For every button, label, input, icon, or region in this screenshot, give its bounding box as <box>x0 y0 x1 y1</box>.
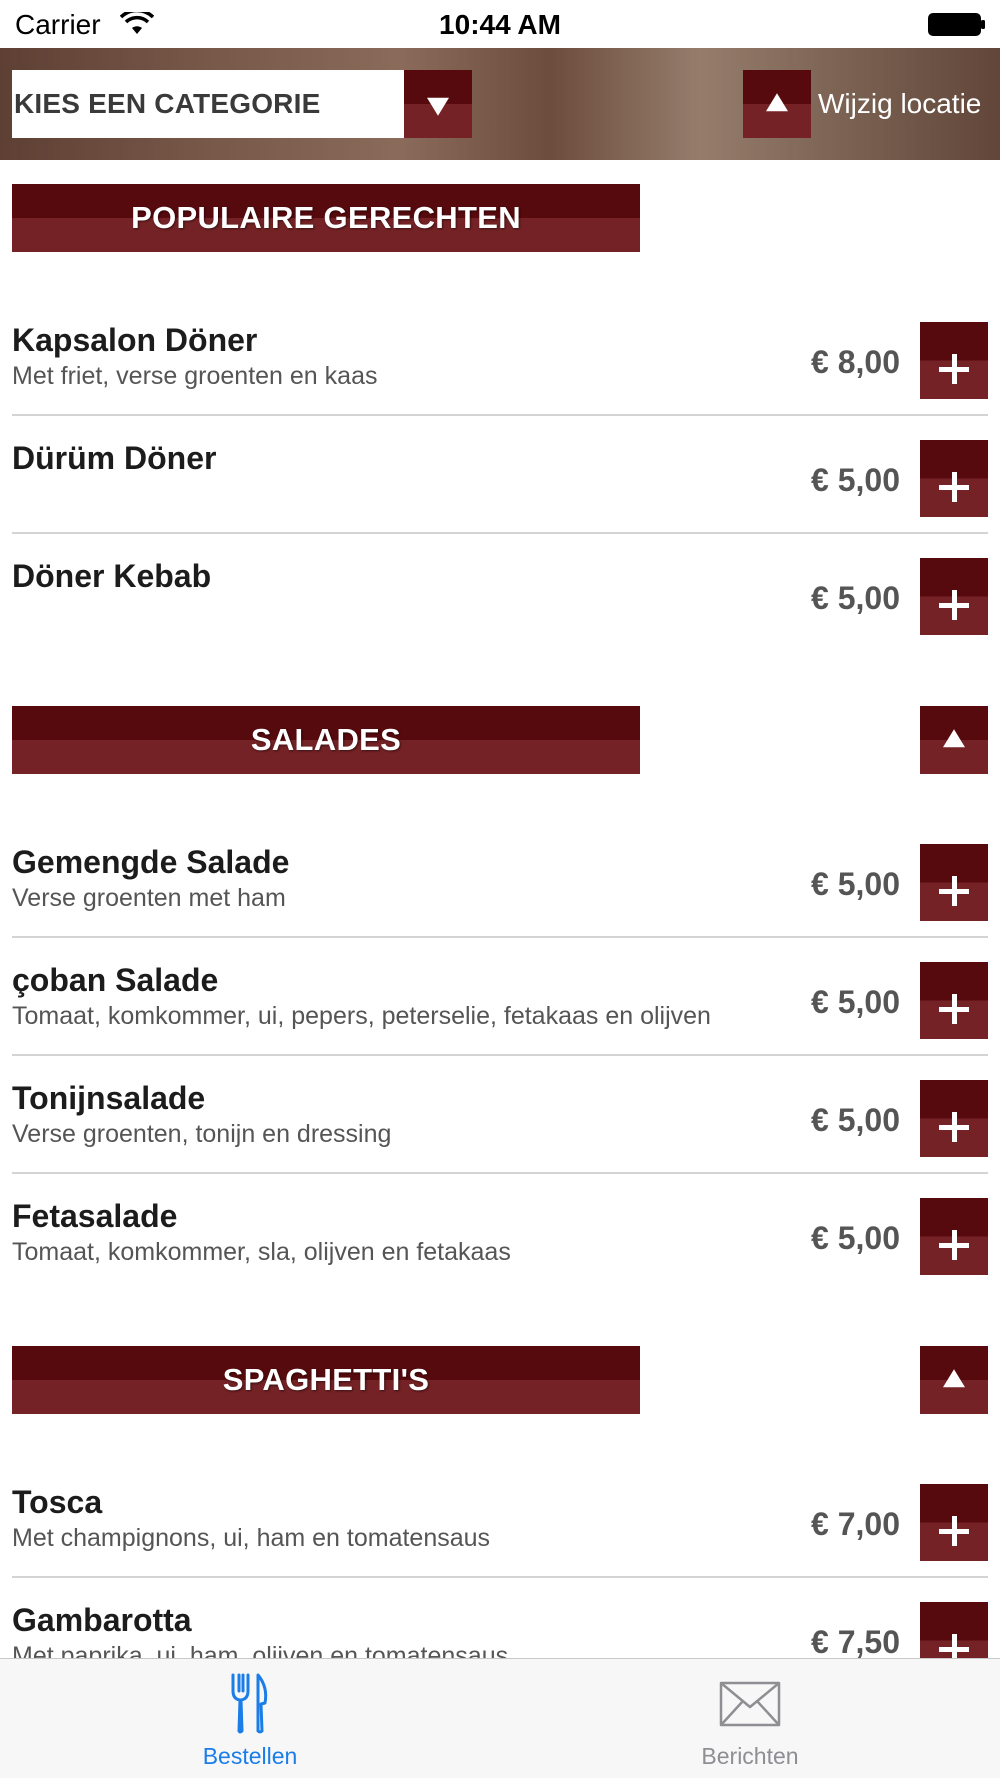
menu-section: SALADES Gemengde Salade Verse groenten met… <box>0 682 1000 1322</box>
category-select[interactable]: KIES EEN CATEGORIE <box>12 70 472 138</box>
menu-item-price: € 5,00 <box>811 462 900 498</box>
add-to-cart-button[interactable] <box>920 440 988 517</box>
header: KIES EEN CATEGORIE Wijzig locatie <box>0 48 1000 160</box>
section-header: SPAGHETTI'S <box>0 1322 1000 1460</box>
category-select-label: KIES EEN CATEGORIE <box>14 88 321 119</box>
menu-item-price: € 5,00 <box>811 866 900 902</box>
section-title: POPULAIRE GERECHTEN <box>131 200 521 235</box>
tab-bestellen-label: Bestellen <box>202 1743 298 1769</box>
section-title-bar: SALADES <box>12 706 640 774</box>
section-title: SALADES <box>250 722 402 757</box>
menu-item-description: Tomaat, komkommer, ui, pepers, peterseli… <box>12 1002 711 1030</box>
plus-icon <box>951 354 957 384</box>
menu-item-description: Met paprika, ui, ham, olijven en tomaten… <box>12 1642 509 1658</box>
menu-item[interactable]: Fetasalade Tomaat, komkommer, sla, olijve… <box>0 1174 1000 1292</box>
tab-berichten[interactable]: Berichten <box>500 1659 1000 1778</box>
chevron-up-icon <box>943 1369 965 1388</box>
menu-item-name: Döner Kebab <box>12 558 212 594</box>
menu-item[interactable]: Gemengde Salade Verse groenten met ham € 5… <box>0 820 1000 938</box>
menu-item-name: Kapsalon Döner <box>12 322 258 358</box>
plus-icon <box>951 1112 957 1142</box>
menu-item-name: Gambarotta <box>12 1602 192 1638</box>
menu-item-name: Gemengde Salade <box>12 844 290 880</box>
menu-item-description: Verse groenten met ham <box>12 884 286 912</box>
menu-item[interactable]: Tonijnsalade Verse groenten, tonijn en dr… <box>0 1056 1000 1174</box>
add-to-cart-button[interactable] <box>920 1198 988 1275</box>
collapse-section-button[interactable] <box>920 1346 988 1414</box>
menu-item-price: € 5,00 <box>811 580 900 616</box>
menu-section: POPULAIRE GERECHTEN Kapsalon Döner Met fri… <box>0 160 1000 682</box>
menu-item[interactable]: Gambarotta Met paprika, ui, ham, olijven … <box>0 1578 1000 1658</box>
plus-icon <box>951 994 957 1024</box>
menu-item-description: Met friet, verse groenten en kaas <box>12 362 378 390</box>
plus-icon <box>951 472 957 502</box>
tab-bestellen[interactable]: Bestellen <box>0 1659 500 1778</box>
plus-icon <box>951 876 957 906</box>
add-to-cart-button[interactable] <box>920 322 988 399</box>
add-to-cart-button[interactable] <box>920 962 988 1039</box>
menu-item-name: Tonijnsalade <box>12 1080 206 1116</box>
chevron-down-icon <box>427 97 449 116</box>
menu-item-price: € 7,50 <box>811 1624 900 1658</box>
menu-item-name: Tosca <box>12 1484 103 1520</box>
tab-bar: Bestellen Berichten <box>0 1658 1000 1778</box>
change-location-button[interactable] <box>743 70 811 138</box>
add-to-cart-button[interactable] <box>920 1484 988 1561</box>
section-title-bar: SPAGHETTI'S <box>12 1346 640 1414</box>
add-to-cart-button[interactable] <box>920 1080 988 1157</box>
menu-item-name: Fetasalade <box>12 1198 178 1234</box>
plus-icon <box>951 590 957 620</box>
menu-item-price: € 5,00 <box>811 1102 900 1138</box>
status-time: 10:44 AM <box>439 9 561 40</box>
tab-berichten-label: Berichten <box>701 1743 799 1769</box>
chevron-up-icon <box>943 729 965 748</box>
menu-item[interactable]: Kapsalon Döner Met friet, verse groenten … <box>0 298 1000 416</box>
add-to-cart-button[interactable] <box>920 1602 988 1658</box>
category-dropdown-button[interactable] <box>404 70 472 138</box>
section-title-bar: POPULAIRE GERECHTEN <box>12 184 640 252</box>
envelope-icon <box>719 1681 781 1727</box>
plus-icon <box>951 1634 957 1658</box>
menu-item-description: Met champignons, ui, ham en tomatensaus <box>12 1524 491 1552</box>
menu-item[interactable]: çoban Salade Tomaat, komkommer, ui, peper… <box>0 938 1000 1056</box>
add-to-cart-button[interactable] <box>920 844 988 921</box>
menu-section: SPAGHETTI'S Tosca Met champignons, ui, ham… <box>0 1322 1000 1658</box>
battery-icon <box>928 13 985 36</box>
section-header: SALADES <box>0 682 1000 820</box>
menu-item-description: Tomaat, komkommer, sla, olijven en fetak… <box>12 1238 511 1266</box>
change-location-label[interactable]: Wijzig locatie <box>818 88 981 120</box>
menu-item-price: € 5,00 <box>811 1220 900 1256</box>
section-title: SPAGHETTI'S <box>222 1362 430 1397</box>
plus-icon <box>951 1516 957 1546</box>
menu-item[interactable]: Döner Kebab € 5,00 <box>0 534 1000 652</box>
menu-item-name: Dürüm Döner <box>12 440 217 476</box>
menu-item[interactable]: Tosca Met champignons, ui, ham en tomaten… <box>0 1460 1000 1578</box>
menu-list[interactable]: POPULAIRE GERECHTEN Kapsalon Döner Met fri… <box>0 160 1000 1658</box>
chevron-up-icon <box>766 93 788 112</box>
section-header: POPULAIRE GERECHTEN <box>0 160 1000 298</box>
add-to-cart-button[interactable] <box>920 558 988 635</box>
menu-item-price: € 7,00 <box>811 1506 900 1542</box>
status-bar: Carrier 10:44 AM <box>0 0 1000 48</box>
menu-item-description: Verse groenten, tonijn en dressing <box>12 1120 392 1148</box>
menu-item-price: € 8,00 <box>811 344 900 380</box>
menu-item-name: çoban Salade <box>12 962 219 998</box>
menu-item[interactable]: Dürüm Döner € 5,00 <box>0 416 1000 534</box>
fork-knife-icon <box>231 1673 268 1734</box>
collapse-section-button[interactable] <box>920 706 988 774</box>
menu-item-price: € 5,00 <box>811 984 900 1020</box>
plus-icon <box>951 1230 957 1260</box>
